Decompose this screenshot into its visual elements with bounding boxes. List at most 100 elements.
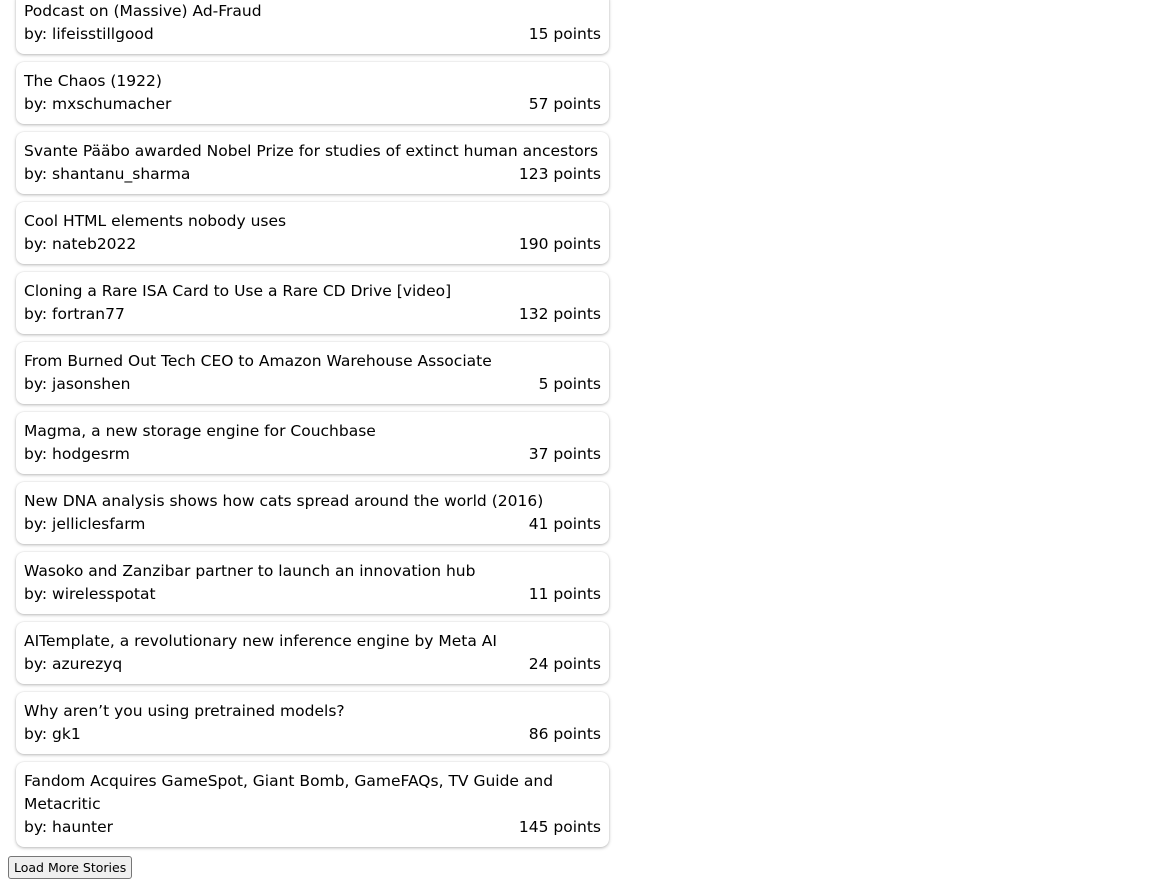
story-title[interactable]: Cool HTML elements nobody uses <box>24 210 601 233</box>
story-points: 190 points <box>519 233 601 256</box>
story-card[interactable]: Magma, a new storage engine for Couchbas… <box>16 412 609 474</box>
points-suffix: points <box>553 515 601 533</box>
story-title[interactable]: AITemplate, a revolutionary new inferenc… <box>24 630 601 653</box>
by-prefix: by: <box>24 515 48 533</box>
author-name: azurezyq <box>52 655 123 673</box>
by-prefix: by: <box>24 585 48 603</box>
story-card[interactable]: The Chaos (1922) by: mxschumacher 57 poi… <box>16 62 609 124</box>
story-list: Podcast on (Massive) Ad-Fraud by: lifeis… <box>16 0 609 855</box>
points-value: 132 <box>518 305 549 323</box>
points-suffix: points <box>553 818 601 836</box>
story-points: 86 points <box>529 723 601 746</box>
points-suffix: points <box>553 655 601 673</box>
points-suffix: points <box>553 95 601 113</box>
story-author: by: shantanu_sharma <box>24 163 190 186</box>
story-meta: by: mxschumacher 57 points <box>24 93 601 116</box>
author-name: nateb2022 <box>52 235 137 253</box>
points-value: 41 <box>528 515 549 533</box>
story-title[interactable]: Podcast on (Massive) Ad-Fraud <box>24 0 601 23</box>
story-author: by: azurezyq <box>24 653 122 676</box>
load-more-button[interactable]: Load More Stories <box>8 856 133 879</box>
author-name: gk1 <box>52 725 81 743</box>
story-meta: by: fortran77 132 points <box>24 303 601 326</box>
story-points: 57 points <box>529 93 601 116</box>
by-prefix: by: <box>24 445 48 463</box>
story-author: by: wirelesspotat <box>24 583 156 606</box>
story-points: 41 points <box>529 513 601 536</box>
points-suffix: points <box>553 375 601 393</box>
story-title[interactable]: Fandom Acquires GameSpot, Giant Bomb, Ga… <box>24 770 601 816</box>
story-author: by: lifeisstillgood <box>24 23 154 46</box>
points-suffix: points <box>553 235 601 253</box>
story-meta: by: gk1 86 points <box>24 723 601 746</box>
points-value: 145 <box>518 818 549 836</box>
by-prefix: by: <box>24 235 48 253</box>
points-value: 5 <box>538 375 549 393</box>
story-meta: by: nateb2022 190 points <box>24 233 601 256</box>
points-suffix: points <box>553 585 601 603</box>
story-author: by: gk1 <box>24 723 81 746</box>
story-title[interactable]: Magma, a new storage engine for Couchbas… <box>24 420 601 443</box>
story-card[interactable]: Cool HTML elements nobody uses by: nateb… <box>16 202 609 264</box>
points-suffix: points <box>553 25 601 43</box>
points-value: 190 <box>518 235 549 253</box>
story-title[interactable]: From Burned Out Tech CEO to Amazon Wareh… <box>24 350 601 373</box>
story-meta: by: shantanu_sharma 123 points <box>24 163 601 186</box>
story-meta: by: hodgesrm 37 points <box>24 443 601 466</box>
story-points: 123 points <box>519 163 601 186</box>
story-title[interactable]: Wasoko and Zanzibar partner to launch an… <box>24 560 601 583</box>
story-card[interactable]: Cloning a Rare ISA Card to Use a Rare CD… <box>16 272 609 334</box>
story-title[interactable]: New DNA analysis shows how cats spread a… <box>24 490 601 513</box>
story-points: 37 points <box>529 443 601 466</box>
points-suffix: points <box>553 445 601 463</box>
story-author: by: hodgesrm <box>24 443 130 466</box>
story-meta: by: jelliclesfarm 41 points <box>24 513 601 536</box>
story-card[interactable]: New DNA analysis shows how cats spread a… <box>16 482 609 544</box>
points-value: 86 <box>528 725 549 743</box>
by-prefix: by: <box>24 95 48 113</box>
story-points: 145 points <box>519 816 601 839</box>
story-card[interactable]: AITemplate, a revolutionary new inferenc… <box>16 622 609 684</box>
author-name: lifeisstillgood <box>52 25 154 43</box>
by-prefix: by: <box>24 818 48 836</box>
points-suffix: points <box>553 165 601 183</box>
story-meta: by: lifeisstillgood 15 points <box>24 23 601 46</box>
story-points: 15 points <box>529 23 601 46</box>
story-meta: by: azurezyq 24 points <box>24 653 601 676</box>
story-points: 11 points <box>529 583 601 606</box>
story-author: by: haunter <box>24 816 113 839</box>
author-name: shantanu_sharma <box>52 165 191 183</box>
author-name: jasonshen <box>52 375 131 393</box>
story-card[interactable]: Svante Pääbo awarded Nobel Prize for stu… <box>16 132 609 194</box>
story-author: by: nateb2022 <box>24 233 136 256</box>
by-prefix: by: <box>24 375 48 393</box>
story-card[interactable]: From Burned Out Tech CEO to Amazon Wareh… <box>16 342 609 404</box>
by-prefix: by: <box>24 725 48 743</box>
story-meta: by: jasonshen 5 points <box>24 373 601 396</box>
points-value: 123 <box>518 165 549 183</box>
author-name: wirelesspotat <box>52 585 156 603</box>
story-card[interactable]: Wasoko and Zanzibar partner to launch an… <box>16 552 609 614</box>
story-meta: by: haunter 145 points <box>24 816 601 839</box>
story-title[interactable]: Why aren’t you using pretrained models? <box>24 700 601 723</box>
story-points: 5 points <box>539 373 601 396</box>
story-author: by: fortran77 <box>24 303 125 326</box>
author-name: jelliclesfarm <box>52 515 146 533</box>
story-card[interactable]: Fandom Acquires GameSpot, Giant Bomb, Ga… <box>16 762 609 847</box>
points-value: 15 <box>528 25 549 43</box>
author-name: mxschumacher <box>52 95 172 113</box>
author-name: hodgesrm <box>52 445 130 463</box>
author-name: fortran77 <box>52 305 125 323</box>
story-title[interactable]: The Chaos (1922) <box>24 70 601 93</box>
story-meta: by: wirelesspotat 11 points <box>24 583 601 606</box>
story-author: by: jelliclesfarm <box>24 513 145 536</box>
author-name: haunter <box>52 818 114 836</box>
points-value: 11 <box>528 585 549 603</box>
story-title[interactable]: Cloning a Rare ISA Card to Use a Rare CD… <box>24 280 601 303</box>
story-title[interactable]: Svante Pääbo awarded Nobel Prize for stu… <box>24 140 601 163</box>
by-prefix: by: <box>24 25 48 43</box>
story-card[interactable]: Podcast on (Massive) Ad-Fraud by: lifeis… <box>16 0 609 54</box>
points-value: 37 <box>528 445 549 463</box>
story-card[interactable]: Why aren’t you using pretrained models? … <box>16 692 609 754</box>
by-prefix: by: <box>24 165 48 183</box>
